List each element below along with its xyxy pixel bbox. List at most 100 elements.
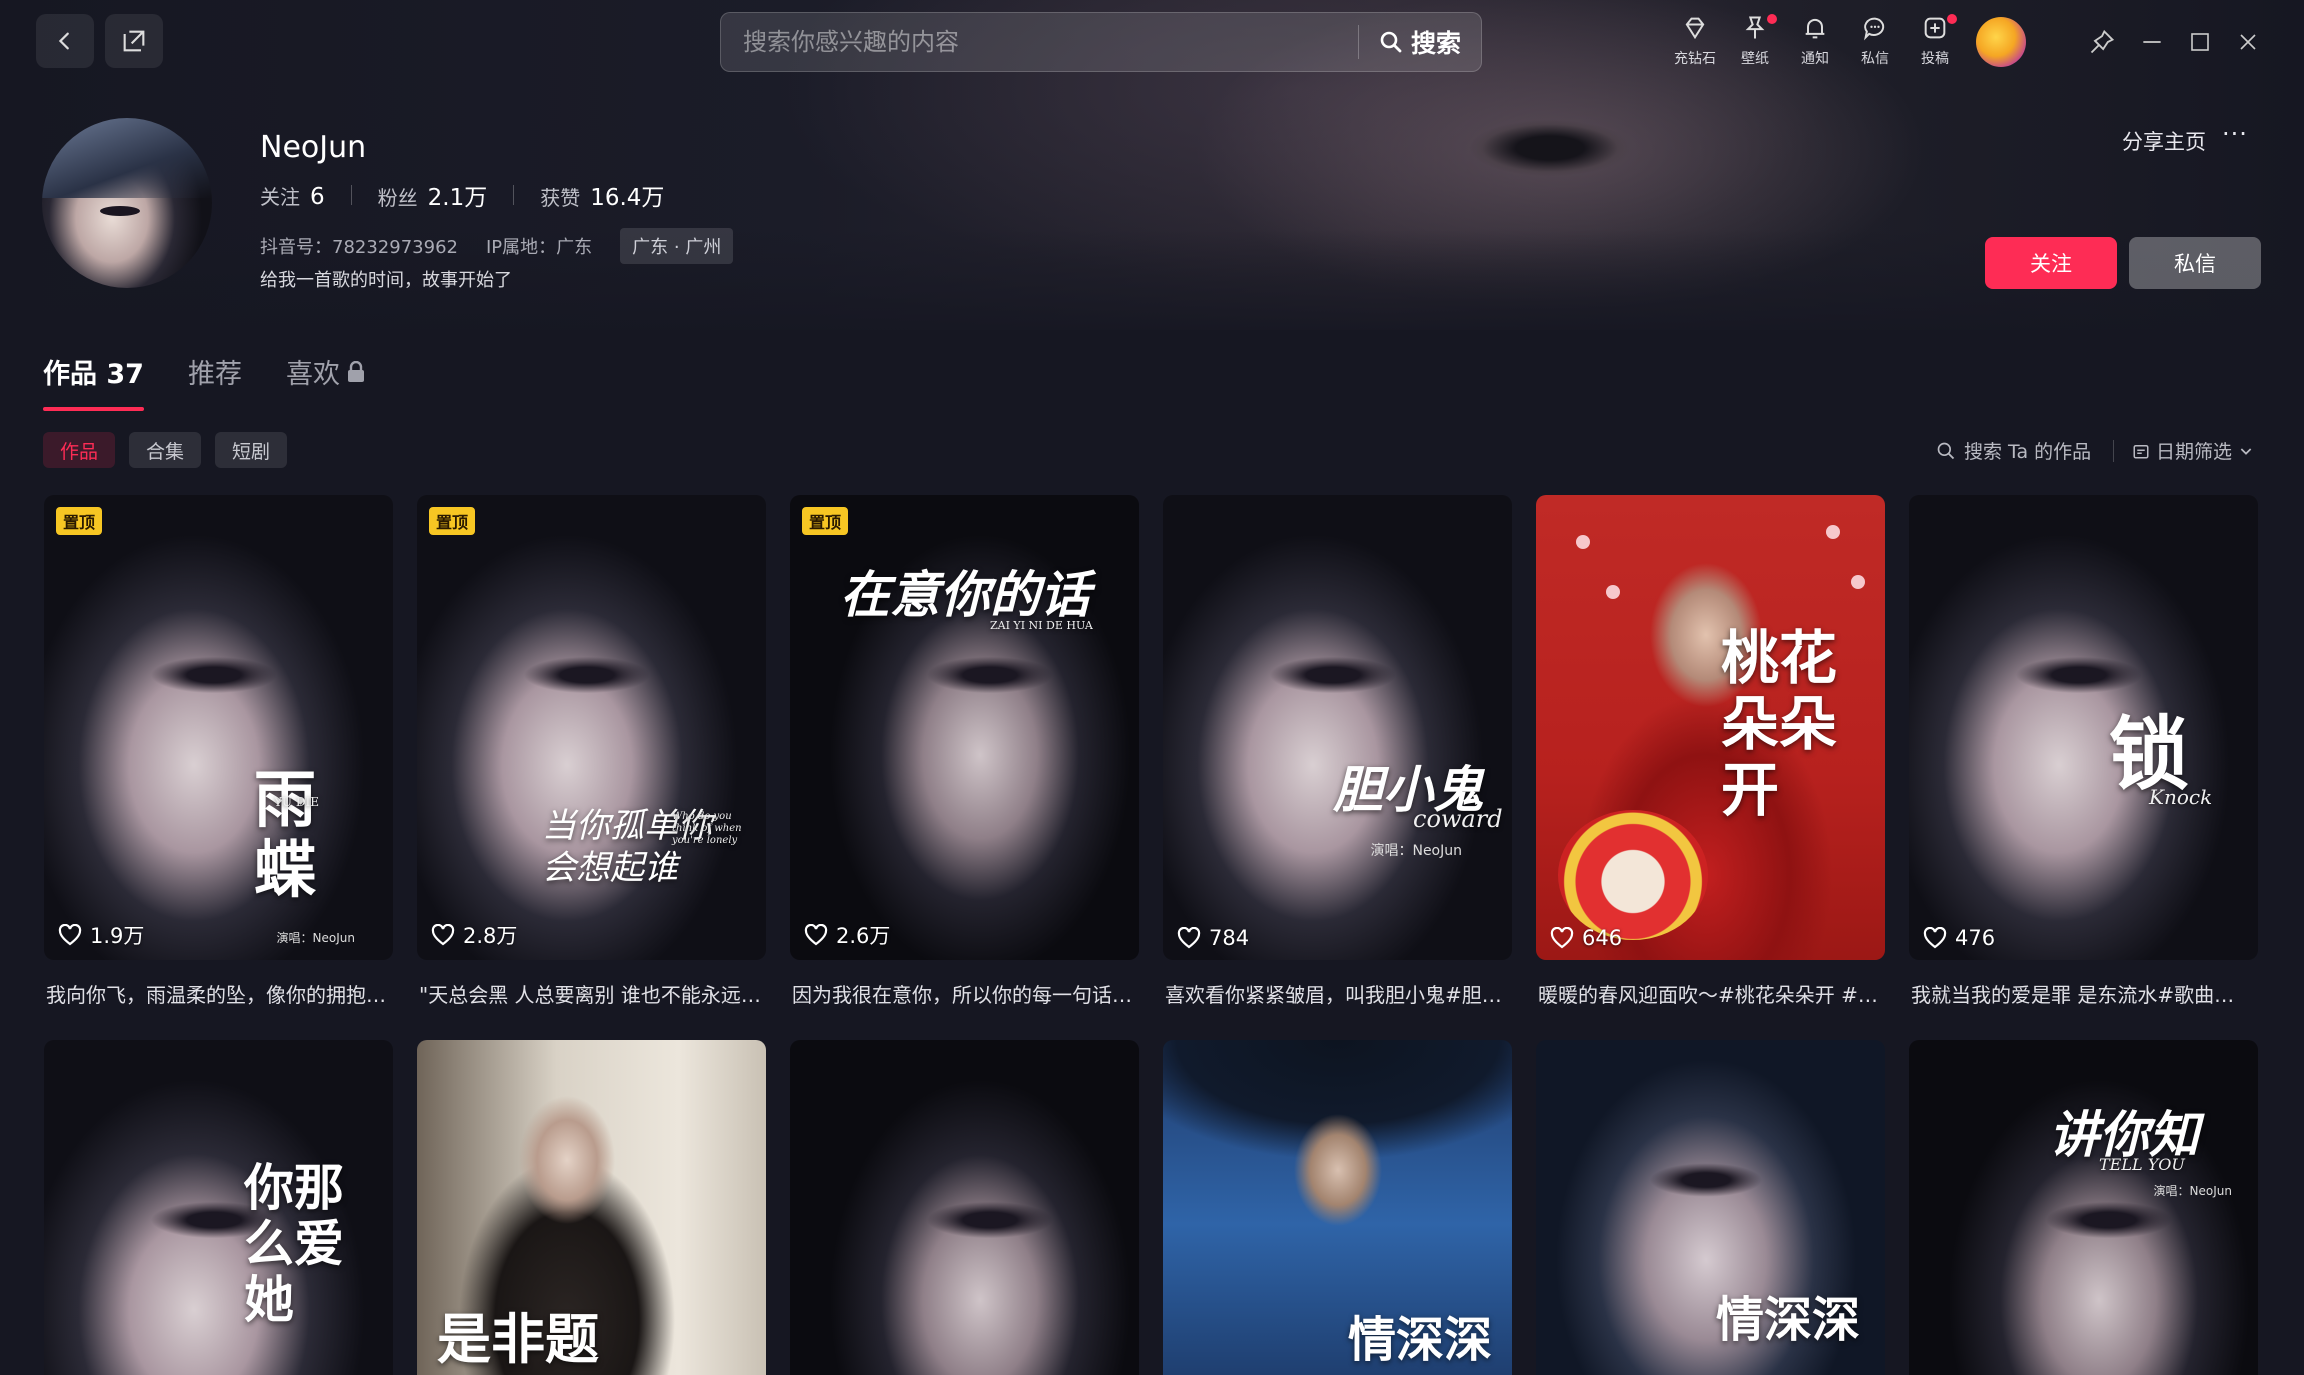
video-thumbnail[interactable]: 桃花朵朵开 646: [1536, 495, 1885, 960]
messages-button[interactable]: 私信: [1845, 14, 1905, 68]
banner-eye-art: [1470, 120, 1630, 176]
thumbnail-title-art: 在意你的话: [840, 565, 1090, 624]
like-count: 2.8万: [431, 920, 517, 950]
tab-likes[interactable]: 喜欢: [286, 352, 366, 411]
profile-bio: 给我一首歌的时间，故事开始了: [260, 270, 512, 291]
video-card[interactable]: [790, 1040, 1139, 1375]
calendar-icon: [2133, 444, 2149, 458]
profile-meta: 抖音号：78232973962 IP属地：广东 广东 · 广州: [260, 228, 734, 264]
more-options-button[interactable]: ···: [2222, 120, 2248, 148]
video-caption[interactable]: 我就当我的爱是罪 是东流水#歌曲…: [1909, 960, 2258, 1030]
minimize-button[interactable]: [2132, 22, 2172, 62]
follow-button[interactable]: 关注: [1985, 237, 2117, 289]
like-count: 784: [1177, 926, 1249, 950]
recharge-diamond-button[interactable]: 充钻石: [1665, 14, 1725, 68]
search-input[interactable]: [721, 12, 1358, 72]
close-icon: [2240, 34, 2256, 50]
tab-recommend[interactable]: 推荐: [188, 352, 242, 411]
profile-avatar[interactable]: [42, 118, 212, 288]
followers-stat[interactable]: 粉丝 2.1万: [378, 178, 488, 212]
video-thumbnail[interactable]: 置顶 在意你的话 ZAI YI NI DE HUA 2.6万: [790, 495, 1139, 960]
video-thumbnail[interactable]: 情深深: [1163, 1040, 1512, 1375]
pin-icon: [2090, 29, 2115, 54]
date-filter-dropdown[interactable]: 日期筛选: [2132, 437, 2254, 464]
back-button[interactable]: [36, 14, 94, 68]
tool-label: 充钻石: [1674, 51, 1716, 67]
video-card[interactable]: 讲你知 TELL YOU 演唱：NeoJun: [1909, 1040, 2258, 1375]
tab-works[interactable]: 作品 37: [43, 352, 144, 411]
video-card[interactable]: 你那么爱她: [44, 1040, 393, 1375]
tool-label: 壁纸: [1741, 51, 1769, 67]
maximize-button[interactable]: [2180, 22, 2220, 62]
video-thumbnail[interactable]: 置顶 雨蝶 YU DIE 演唱：NeoJun 1.9万: [44, 495, 393, 960]
message-button[interactable]: 私信: [2129, 237, 2261, 289]
pin-window-button[interactable]: [2082, 22, 2122, 62]
minimize-icon: [2143, 41, 2161, 43]
video-thumbnail[interactable]: 是非题: [417, 1040, 766, 1375]
video-thumbnail[interactable]: 讲你知 TELL YOU 演唱：NeoJun: [1909, 1040, 2258, 1375]
diamond-icon: [1685, 17, 1705, 40]
video-card[interactable]: 置顶 当你孤单你会想起谁 Who do you think of when yo…: [417, 495, 766, 1040]
user-avatar[interactable]: [1976, 17, 2026, 67]
thumbnail-credit: 演唱：NeoJun: [276, 931, 355, 945]
video-card[interactable]: 情深深: [1536, 1040, 1885, 1375]
video-caption[interactable]: 我向你飞，雨温柔的坠，像你的拥抱…: [44, 960, 393, 1030]
pinned-badge: 置顶: [429, 507, 476, 535]
video-card[interactable]: 胆小鬼 coward 演唱：NeoJun 784 喜欢看你紧紧皱眉，叫我胆小鬼#…: [1163, 495, 1512, 1040]
close-button[interactable]: [2228, 22, 2268, 62]
video-thumbnail[interactable]: 你那么爱她: [44, 1040, 393, 1375]
video-thumbnail[interactable]: 胆小鬼 coward 演唱：NeoJun 784: [1163, 495, 1512, 960]
video-caption[interactable]: 暖暖的春风迎面吹～#桃花朵朵开 #…: [1536, 960, 1885, 1030]
thumbnail-subtitle-art: ZAI YI NI DE HUA: [990, 619, 1093, 632]
likes-stat: 获赞 16.4万: [540, 185, 665, 211]
video-caption[interactable]: 因为我很在意你，所以你的每一句话…: [790, 960, 1139, 1030]
thumbnail-subtitle-art: coward: [1413, 805, 1503, 833]
wallpaper-button[interactable]: 壁纸: [1725, 14, 1785, 68]
chip-works[interactable]: 作品: [43, 432, 116, 468]
video-card[interactable]: 是非题: [417, 1040, 766, 1375]
profile-name: NeoJun: [260, 130, 367, 165]
tool-label: 投稿: [1921, 51, 1949, 67]
external-open-button[interactable]: [105, 14, 163, 68]
chevron-left-icon: [58, 32, 69, 50]
works-filter-chips: 作品 合集 短剧: [43, 432, 288, 468]
video-thumbnail[interactable]: 置顶 当你孤单你会想起谁 Who do you think of when yo…: [417, 495, 766, 960]
maximize-icon: [2191, 33, 2209, 51]
video-card[interactable]: 桃花朵朵开 646 暖暖的春风迎面吹～#桃花朵朵开 #…: [1536, 495, 1885, 1040]
share-profile-button[interactable]: 分享主页: [2122, 126, 2206, 156]
video-card[interactable]: 置顶 在意你的话 ZAI YI NI DE HUA 2.6万 因为我很在意你，所…: [790, 495, 1139, 1040]
search-works-button[interactable]: 搜索 Ta 的作品: [1936, 437, 2091, 464]
notifications-button[interactable]: 通知: [1785, 14, 1845, 68]
wallpaper-icon: [1745, 16, 1765, 39]
video-caption[interactable]: "天总会黑 人总要离别 谁也不能永远…: [417, 960, 766, 1030]
video-thumbnail[interactable]: 锁 Knock 476: [1909, 495, 2258, 960]
notification-dot: [1767, 14, 1777, 24]
thumbnail-subtitle-art: YU DIE: [274, 795, 319, 809]
thumbnail-subtitle-art: Who do you think of when you're lonely: [672, 811, 742, 846]
like-count: 2.6万: [804, 920, 890, 950]
video-thumbnail[interactable]: [790, 1040, 1139, 1375]
heart-icon: [1550, 927, 1574, 949]
thumbnail-title-art: 是非题: [437, 1307, 599, 1371]
heart-icon: [804, 924, 828, 946]
video-caption[interactable]: 喜欢看你紧紧皱眉，叫我胆小鬼#胆小…: [1163, 960, 1512, 1030]
upload-button[interactable]: 投稿: [1905, 14, 1965, 68]
video-thumbnail[interactable]: 情深深: [1536, 1040, 1885, 1375]
upload-icon: [1924, 17, 1946, 39]
search-bar: 搜索: [720, 12, 1482, 72]
search-button[interactable]: 搜索: [1359, 24, 1481, 60]
video-card[interactable]: 置顶 雨蝶 YU DIE 演唱：NeoJun 1.9万 我向你飞，雨温柔的坠，像…: [44, 495, 393, 1040]
video-card[interactable]: 锁 Knock 476 我就当我的爱是罪 是东流水#歌曲…: [1909, 495, 2258, 1040]
following-stat[interactable]: 关注 6: [260, 181, 325, 210]
ip-location: IP属地：广东: [485, 237, 593, 258]
external-link-icon: [123, 30, 145, 52]
chip-collections[interactable]: 合集: [129, 432, 202, 468]
video-card[interactable]: 情深深: [1163, 1040, 1512, 1375]
thumbnail-title-art: 雨蝶: [254, 763, 317, 906]
heart-icon: [431, 924, 455, 946]
chip-short-dramas[interactable]: 短剧: [215, 432, 288, 468]
pinned-badge: 置顶: [56, 507, 103, 535]
thumbnail-subtitle-art: TELL YOU: [2099, 1155, 2185, 1174]
thumbnail-title-art: 情深深: [1716, 1292, 1861, 1348]
douyin-id: 抖音号：78232973962: [260, 237, 458, 258]
